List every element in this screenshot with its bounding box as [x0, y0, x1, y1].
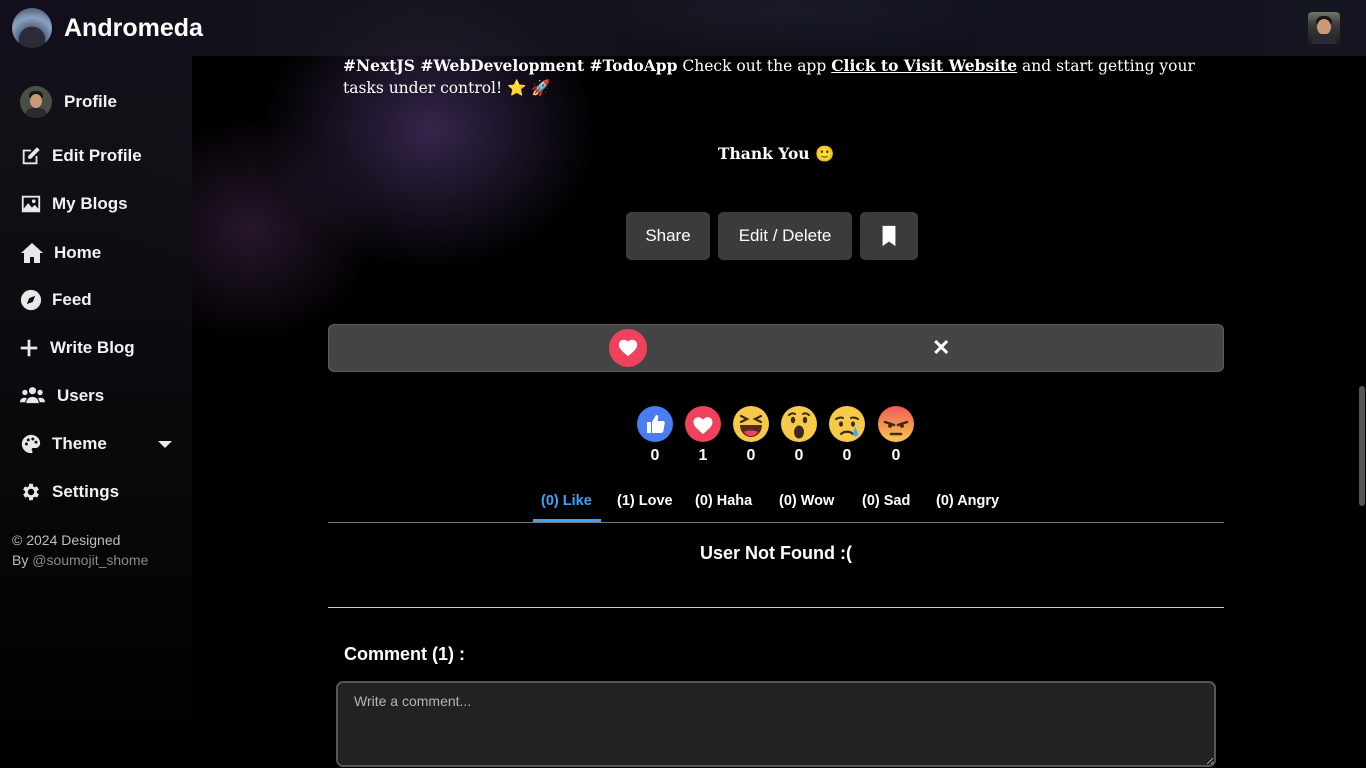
sidebar-item-label: Feed	[52, 290, 92, 309]
post-body: #NextJS #WebDevelopment #TodoApp Check o…	[343, 55, 1203, 99]
post-text: Check out the app	[677, 57, 832, 75]
avatar	[20, 86, 52, 118]
footer-by: By	[12, 552, 33, 568]
reaction-count-haha: 0	[746, 447, 756, 464]
reaction-count-love: 1	[698, 447, 708, 464]
sidebar-item-label: Profile	[64, 92, 117, 111]
app-title: Andromeda	[64, 13, 203, 42]
section-divider	[328, 607, 1224, 608]
tab-angry[interactable]: (0) Angry	[936, 493, 999, 509]
sidebar-item-label: Edit Profile	[52, 146, 142, 165]
reaction-bar: ✕	[328, 324, 1224, 372]
user-not-found-message: User Not Found :(	[700, 543, 852, 563]
sidebar-item-label: Users	[57, 386, 105, 405]
home-icon	[21, 243, 43, 263]
reaction-count-like: 0	[650, 447, 660, 464]
gear-icon	[23, 483, 39, 501]
image-icon	[21, 195, 41, 213]
footer-handle[interactable]: @soumojit_shome	[32, 552, 148, 568]
website-link[interactable]: Click to Visit Website	[831, 56, 1017, 75]
reaction-count-angry: 0	[891, 447, 901, 464]
plus-icon	[20, 339, 38, 357]
love-icon[interactable]	[684, 405, 722, 443]
post-tags: #NextJS #WebDevelopment #TodoApp	[343, 56, 678, 75]
sidebar-item-theme[interactable]: Theme	[20, 433, 107, 455]
palette-icon	[21, 434, 41, 454]
bookmark-button[interactable]	[860, 212, 918, 260]
tab-sad[interactable]: (0) Sad	[862, 493, 910, 509]
wow-icon[interactable]	[780, 405, 818, 443]
brand-logo	[12, 8, 52, 48]
love-reaction-button[interactable]	[609, 329, 647, 367]
sidebar-item-label: My Blogs	[52, 194, 128, 213]
comment-input[interactable]	[336, 681, 1216, 767]
sidebar-item-label: Write Blog	[50, 338, 135, 357]
like-icon[interactable]	[636, 405, 674, 443]
angry-icon[interactable]	[877, 405, 915, 443]
reaction-count-sad: 0	[842, 447, 852, 464]
top-bar: Andromeda	[0, 0, 1366, 56]
post-emojis: ⭐ 🚀	[507, 79, 551, 97]
chevron-down-icon[interactable]	[158, 441, 172, 448]
reaction-count-wow: 0	[794, 447, 804, 464]
footer-credit: © 2024 Designed By @soumojit_shome	[12, 530, 148, 570]
tab-divider	[328, 522, 1224, 523]
tab-like[interactable]: (0) Like	[541, 493, 592, 509]
sidebar-item-label: Home	[54, 243, 102, 262]
sidebar-item-my-blogs[interactable]: My Blogs	[20, 193, 128, 215]
sidebar-item-feed[interactable]: Feed	[20, 289, 92, 311]
sidebar-item-label: Settings	[52, 482, 120, 501]
bookmark-icon	[882, 225, 896, 247]
users-icon	[20, 387, 45, 404]
scrollbar[interactable]	[1358, 56, 1366, 768]
tab-haha[interactable]: (0) Haha	[695, 493, 752, 509]
close-icon[interactable]: ✕	[932, 335, 950, 361]
sidebar-item-home[interactable]: Home	[20, 241, 101, 265]
tab-love[interactable]: (1) Love	[617, 493, 673, 509]
sidebar-item-profile[interactable]: Profile	[20, 86, 117, 118]
brand[interactable]: Andromeda	[12, 8, 203, 48]
sidebar-item-settings[interactable]: Settings	[20, 481, 119, 503]
comment-heading: Comment (1) :	[344, 644, 465, 664]
edit-icon	[22, 147, 40, 165]
thanks-text: Thank You 🙂	[718, 144, 835, 163]
edit-delete-button[interactable]: Edit / Delete	[718, 212, 852, 260]
compass-icon	[20, 289, 42, 311]
sidebar-item-users[interactable]: Users	[20, 385, 104, 407]
user-avatar[interactable]	[1308, 12, 1340, 44]
haha-icon[interactable]	[732, 405, 770, 443]
share-button[interactable]: Share	[626, 212, 710, 260]
sidebar-item-edit-profile[interactable]: Edit Profile	[20, 145, 142, 167]
tab-wow[interactable]: (0) Wow	[779, 493, 834, 509]
footer-line: © 2024 Designed	[12, 532, 121, 548]
scrollbar-thumb[interactable]	[1359, 386, 1365, 506]
sidebar: Profile Edit Profile My Blogs Home Feed …	[0, 56, 192, 768]
sidebar-item-write-blog[interactable]: Write Blog	[18, 337, 135, 359]
heart-icon	[618, 339, 638, 357]
main-content: #NextJS #WebDevelopment #TodoApp Check o…	[192, 0, 1366, 768]
sad-icon[interactable]	[828, 405, 866, 443]
sidebar-item-label: Theme	[52, 434, 107, 453]
footer-line: By @soumojit_shome	[12, 550, 148, 570]
